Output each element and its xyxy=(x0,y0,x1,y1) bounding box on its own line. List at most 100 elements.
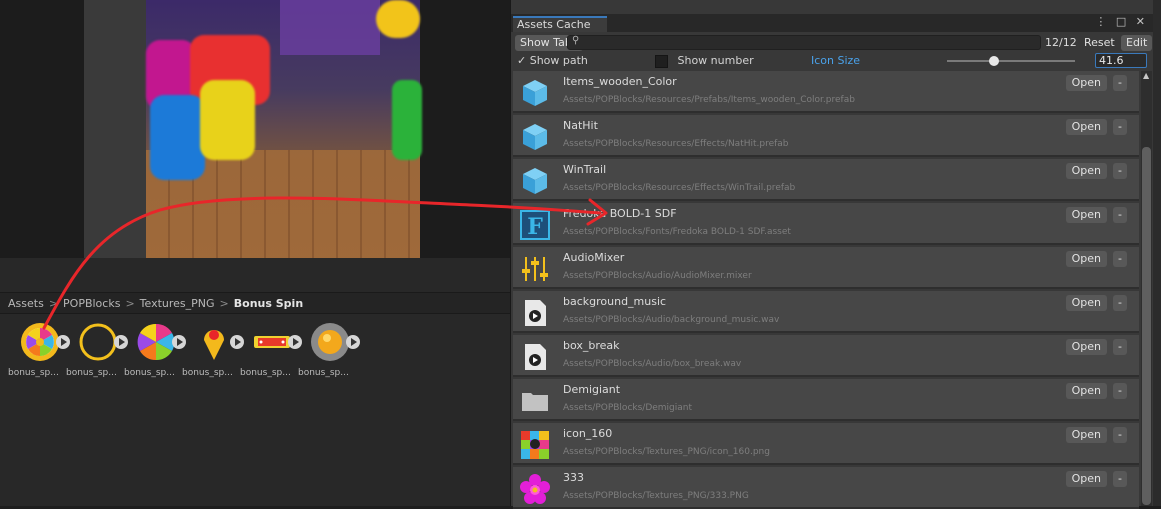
asset-thumbnail[interactable]: bonus_sp... xyxy=(124,322,186,382)
thumbnail-label: bonus_sp... xyxy=(66,368,117,378)
editor-left-area: Assets > POPBlocks > Textures_PNG > Bonus Spin… xyxy=(0,0,510,506)
asset-thumbnail[interactable]: bonus_sp... xyxy=(298,322,360,382)
icon-size-field[interactable]: 41.6 xyxy=(1095,53,1147,68)
cached-asset-row[interactable]: Demigiant Assets/POPBlocks/Demigiant Ope… xyxy=(513,379,1139,421)
slider-knob[interactable] xyxy=(989,56,999,66)
banner-icon xyxy=(254,336,290,348)
reset-button[interactable]: Reset xyxy=(1079,35,1120,51)
remove-button[interactable]: - xyxy=(1113,427,1127,443)
asset-thumbnail[interactable]: bonus_sp... xyxy=(240,322,302,382)
open-button[interactable]: Open xyxy=(1065,163,1107,179)
open-button[interactable]: Open xyxy=(1065,75,1107,91)
preview-block xyxy=(150,95,205,180)
prefab-cube-icon xyxy=(519,165,551,197)
checkmark-icon: ✓ xyxy=(517,54,527,67)
asset-name: Demigiant xyxy=(563,383,621,396)
thumbnail-label: bonus_sp... xyxy=(8,368,59,378)
asset-path: Assets/POPBlocks/Fonts/Fredoka BOLD-1 SD… xyxy=(563,227,791,237)
thumbnail-label: bonus_sp... xyxy=(298,368,349,378)
scrollbar[interactable]: ▲ xyxy=(1141,71,1152,506)
play-icon[interactable] xyxy=(346,335,360,349)
remove-button[interactable]: - xyxy=(1113,75,1127,91)
audio-clip-icon xyxy=(519,297,551,329)
pointer-icon xyxy=(204,330,224,360)
flower-texture-icon xyxy=(519,473,551,505)
icon-size-label: Icon Size xyxy=(811,54,861,67)
scroll-up-icon[interactable]: ▲ xyxy=(1143,71,1149,80)
prefab-cube-icon xyxy=(519,121,551,153)
remove-button[interactable]: - xyxy=(1113,339,1127,355)
asset-path: Assets/POPBlocks/Resources/Prefabs/Items… xyxy=(563,95,855,105)
thumbnail-label: bonus_sp... xyxy=(124,368,175,378)
breadcrumb-separator: > xyxy=(125,297,135,310)
open-button[interactable]: Open xyxy=(1065,383,1107,399)
search-input[interactable]: ⚲ xyxy=(567,35,1041,50)
tab-assets-cache[interactable]: Assets Cache xyxy=(513,16,607,32)
remove-button[interactable]: - xyxy=(1113,295,1127,311)
open-button[interactable]: Open xyxy=(1065,295,1107,311)
breadcrumb-item[interactable]: POPBlocks xyxy=(63,297,120,310)
cached-asset-row[interactable]: Items_wooden_Color Assets/POPBlocks/Reso… xyxy=(513,71,1139,113)
outer-window-edge xyxy=(1153,0,1161,506)
asset-path: Assets/POPBlocks/Audio/AudioMixer.mixer xyxy=(563,271,752,281)
asset-thumbnail[interactable]: bonus_sp... xyxy=(182,322,244,382)
scene-view[interactable] xyxy=(0,0,510,258)
open-button[interactable]: Open xyxy=(1065,471,1107,487)
color-wheel-icon xyxy=(137,323,175,361)
open-button[interactable]: Open xyxy=(1065,207,1107,223)
search-icon: ⚲ xyxy=(572,35,580,46)
prefab-cube-icon xyxy=(519,77,551,109)
remove-button[interactable]: - xyxy=(1113,163,1127,179)
breadcrumb-item[interactable]: Textures_PNG xyxy=(140,297,215,310)
cached-asset-list: Items_wooden_Color Assets/POPBlocks/Reso… xyxy=(513,71,1139,509)
item-count: 12/12 xyxy=(1045,36,1077,49)
asset-path: Assets/POPBlocks/Audio/background_music.… xyxy=(563,315,780,325)
open-button[interactable]: Open xyxy=(1065,251,1107,267)
cached-asset-row[interactable]: 333 Assets/POPBlocks/Textures_PNG/333.PN… xyxy=(513,467,1139,509)
preview-duck xyxy=(376,0,420,38)
edit-button[interactable]: Edit xyxy=(1121,35,1153,51)
remove-button[interactable]: - xyxy=(1113,207,1127,223)
window-tab-bar: Assets Cache ⋮ □ ✕ xyxy=(511,14,1154,32)
font-asset-icon: F xyxy=(519,209,551,241)
asset-thumbnail[interactable]: bonus_sp... xyxy=(66,322,128,382)
show-number-checkbox[interactable] xyxy=(655,54,668,68)
open-button[interactable]: Open xyxy=(1065,119,1107,135)
breadcrumb-item[interactable]: Assets xyxy=(8,297,44,310)
breadcrumb-current[interactable]: Bonus Spin xyxy=(234,297,303,310)
orb-icon xyxy=(311,323,349,361)
open-button[interactable]: Open xyxy=(1065,339,1107,355)
svg-text:F: F xyxy=(527,214,543,240)
cached-asset-row[interactable]: F Fredoka BOLD-1 SDF Assets/POPBlocks/Fo… xyxy=(513,203,1139,245)
ring-icon xyxy=(79,323,117,361)
icon-size-slider[interactable] xyxy=(947,56,1075,66)
asset-path: Assets/POPBlocks/Textures_PNG/333.PNG xyxy=(563,491,749,501)
asset-name: icon_160 xyxy=(563,427,613,440)
cache-options: ✓ Show path Show number Icon Size 41.6 xyxy=(511,53,1154,69)
remove-button[interactable]: - xyxy=(1113,383,1127,399)
window-controls[interactable]: ⋮ □ ✕ xyxy=(1095,15,1148,28)
remove-button[interactable]: - xyxy=(1113,251,1127,267)
cached-asset-row[interactable]: AudioMixer Assets/POPBlocks/Audio/AudioM… xyxy=(513,247,1139,289)
open-button[interactable]: Open xyxy=(1065,427,1107,443)
show-number-toggle[interactable]: Show number xyxy=(655,53,754,69)
asset-thumbnail[interactable]: bonus_sp... xyxy=(8,322,70,382)
thumbnail-label: bonus_sp... xyxy=(240,368,291,378)
scrollbar-thumb[interactable] xyxy=(1142,147,1151,505)
remove-button[interactable]: - xyxy=(1113,471,1127,487)
remove-button[interactable]: - xyxy=(1113,119,1127,135)
preview-block xyxy=(200,80,255,160)
cached-asset-row[interactable]: NatHit Assets/POPBlocks/Resources/Effect… xyxy=(513,115,1139,157)
show-path-toggle[interactable]: ✓ Show path xyxy=(517,53,588,69)
preview-block xyxy=(392,80,422,160)
cached-asset-row[interactable]: WinTrail Assets/POPBlocks/Resources/Effe… xyxy=(513,159,1139,201)
asset-path: Assets/POPBlocks/Audio/box_break.wav xyxy=(563,359,742,369)
asset-path: Assets/POPBlocks/Resources/Effects/NatHi… xyxy=(563,139,789,149)
cached-asset-row[interactable]: box_break Assets/POPBlocks/Audio/box_bre… xyxy=(513,335,1139,377)
cached-asset-row[interactable]: background_music Assets/POPBlocks/Audio/… xyxy=(513,291,1139,333)
folder-icon xyxy=(519,385,551,417)
project-panel: Assets > POPBlocks > Textures_PNG > Bonus Spin xyxy=(0,276,510,506)
preview-backdrop xyxy=(280,0,380,55)
cached-asset-row[interactable]: icon_160 Assets/POPBlocks/Textures_PNG/i… xyxy=(513,423,1139,465)
asset-name: 333 xyxy=(563,471,584,484)
